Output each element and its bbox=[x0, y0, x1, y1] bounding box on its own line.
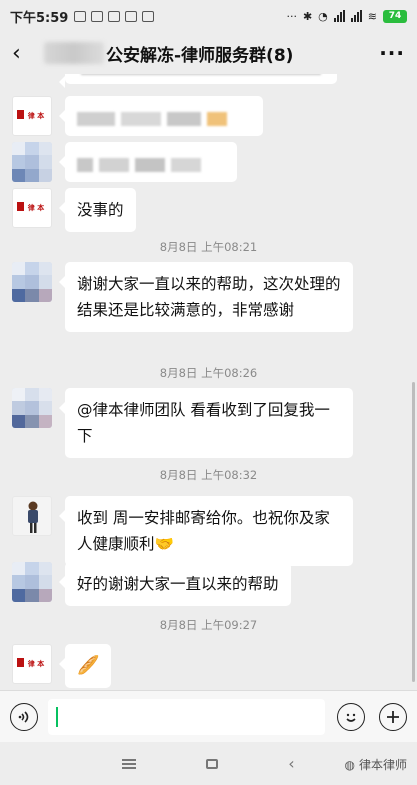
home-icon[interactable] bbox=[206, 758, 219, 769]
logo-mark: 律 本 bbox=[27, 111, 45, 120]
status-time: 下午5:59 bbox=[10, 10, 69, 26]
emoji-icon[interactable] bbox=[337, 702, 365, 731]
logo-seal-icon bbox=[17, 110, 24, 119]
back-nav-icon[interactable]: ‹ bbox=[288, 754, 294, 773]
message-item: 谢谢大家一直以来的帮助，这次处理的结果还是比较满意的，非常感谢 bbox=[12, 262, 353, 332]
status-bar: 下午5:59 ··· ✱ ◔ ≋ 74 bbox=[0, 0, 417, 32]
signal-icon bbox=[333, 10, 345, 22]
message-item bbox=[12, 142, 237, 182]
title-redacted bbox=[44, 42, 104, 64]
message-bubble-emoji[interactable]: 🥖 bbox=[58, 644, 112, 688]
message-timestamp: 8月8日 上午08:26 bbox=[159, 366, 258, 380]
add-icon[interactable] bbox=[379, 702, 407, 731]
notification-icon bbox=[91, 10, 104, 22]
menu-icon[interactable] bbox=[122, 758, 137, 769]
notification-icons bbox=[74, 10, 155, 22]
message-timestamp: 8月8日 上午08:21 bbox=[159, 240, 258, 254]
watermark: ◍ 律本律师 bbox=[345, 756, 408, 773]
watermark-text: 律本律师 bbox=[358, 758, 407, 772]
message-input-wrapper bbox=[48, 698, 325, 735]
message-bubble[interactable]: 没事的 bbox=[59, 188, 136, 232]
notification-icon bbox=[125, 10, 138, 22]
message-bubble[interactable]: 收到 周一安排邮寄给你。也祝你及家人健康顺利🤝 bbox=[59, 496, 353, 566]
message-bubble-redacted[interactable] bbox=[59, 142, 237, 182]
scrollbar[interactable] bbox=[412, 382, 415, 682]
input-bar bbox=[0, 690, 417, 742]
battery-icon: 74 bbox=[383, 9, 407, 23]
avatar[interactable]: 律 本 bbox=[12, 188, 52, 228]
chat-title: 公安解冻-律师服务群(8) bbox=[106, 45, 294, 66]
voice-icon[interactable] bbox=[10, 702, 38, 731]
avatar[interactable]: 律 本 bbox=[12, 644, 52, 684]
logo-mark: 律 本 bbox=[27, 659, 45, 668]
message-bubble[interactable]: 好的谢谢大家一直以来的帮助 bbox=[59, 562, 291, 606]
logo-seal-icon bbox=[17, 202, 24, 211]
avatar[interactable] bbox=[12, 262, 52, 302]
wifi-icon: ≋ bbox=[367, 9, 377, 23]
back-icon[interactable]: ‹ bbox=[12, 41, 32, 66]
message-partial bbox=[12, 74, 337, 88]
message-item: 律 本 没事的 bbox=[12, 188, 136, 232]
message-timestamp: 8月8日 上午09:27 bbox=[159, 618, 258, 632]
bluetooth-icon: ✱ bbox=[302, 9, 313, 23]
logo-seal-icon bbox=[17, 658, 24, 667]
avatar[interactable] bbox=[12, 388, 52, 428]
message-bubble-redacted[interactable] bbox=[59, 96, 263, 136]
signal-icon bbox=[350, 10, 362, 22]
avatar[interactable] bbox=[12, 562, 52, 602]
avatar[interactable] bbox=[12, 496, 52, 536]
avatar[interactable] bbox=[12, 142, 52, 182]
chat-header: ‹ 公安解冻-律师服务群(8) ··· bbox=[0, 32, 417, 74]
person-icon bbox=[28, 501, 38, 533]
message-input[interactable] bbox=[48, 698, 325, 735]
alarm-icon: ◔ bbox=[318, 9, 328, 23]
message-item: @律本律师团队 看看收到了回复我一下 bbox=[12, 388, 353, 458]
status-right: ··· ✱ ◔ ≋ 74 bbox=[286, 9, 407, 23]
notification-icon bbox=[108, 10, 121, 22]
message-item: 好的谢谢大家一直以来的帮助 bbox=[12, 562, 291, 606]
message-item: 律 本 🥖 bbox=[12, 644, 112, 688]
message-bubble[interactable] bbox=[59, 74, 337, 88]
message-bubble[interactable]: 谢谢大家一直以来的帮助，这次处理的结果还是比较满意的，非常感谢 bbox=[59, 262, 353, 332]
notification-icon bbox=[74, 10, 87, 22]
text-caret bbox=[56, 706, 58, 727]
logo-mark: 律 本 bbox=[27, 203, 45, 212]
avatar[interactable]: 律 本 bbox=[12, 96, 52, 136]
more-dots-icon: ··· bbox=[286, 9, 297, 23]
chat-area[interactable]: 律 本 律 本 没事的 8月8日 上午08:21 谢谢大家一直以来的帮助，这次处… bbox=[0, 74, 417, 690]
notification-icon bbox=[142, 10, 155, 22]
message-bubble[interactable]: @律本律师团队 看看收到了回复我一下 bbox=[59, 388, 353, 458]
wechat-icon: ◍ bbox=[344, 757, 355, 772]
message-item: 收到 周一安排邮寄给你。也祝你及家人健康顺利🤝 bbox=[12, 496, 353, 566]
more-options-icon[interactable]: ··· bbox=[379, 41, 405, 65]
message-item: 律 本 bbox=[12, 96, 263, 136]
message-timestamp: 8月8日 上午08:32 bbox=[159, 468, 258, 482]
